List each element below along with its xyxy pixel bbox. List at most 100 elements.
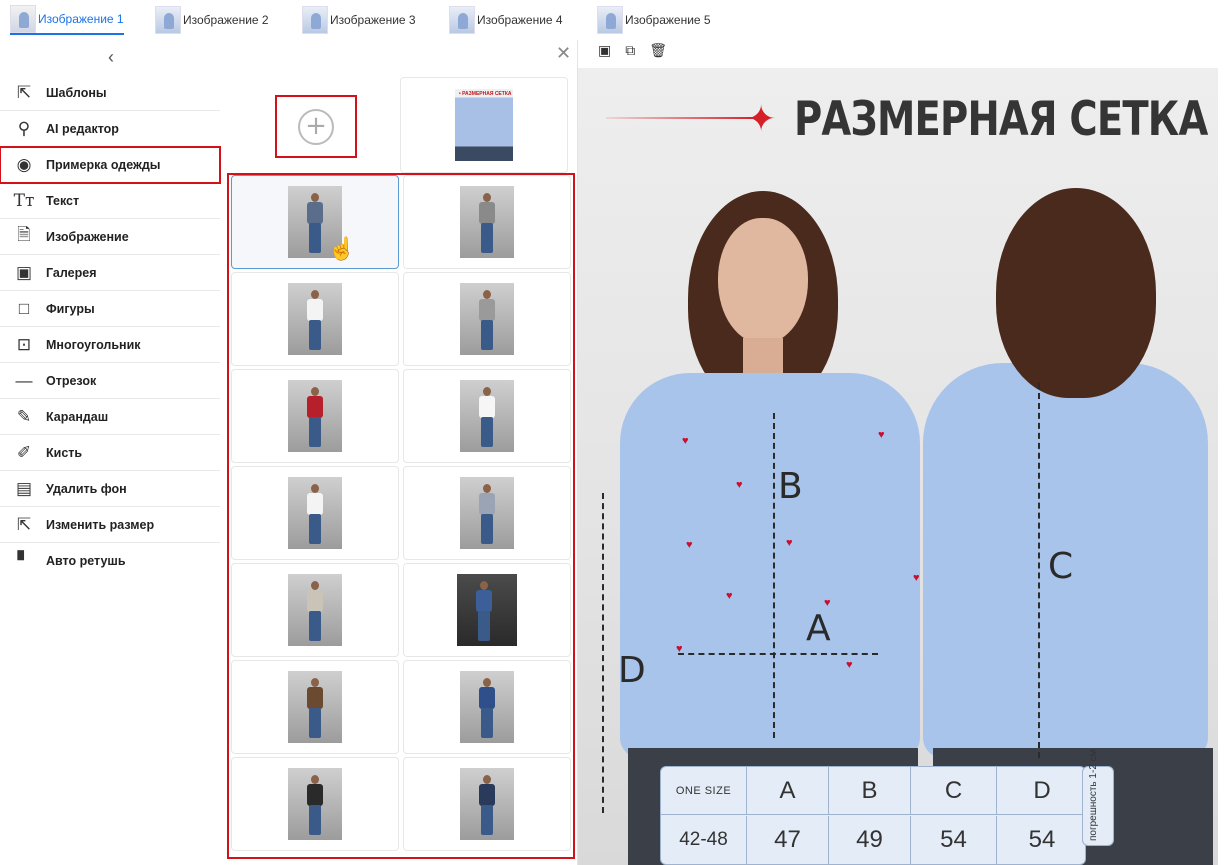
model-photo (460, 477, 514, 549)
canvas-toolbar: ▣ ⧉ 🗑 (598, 42, 667, 59)
model-tile[interactable] (403, 369, 571, 463)
model-tile[interactable] (403, 272, 571, 366)
size-table-cell: 49 (829, 816, 911, 864)
model-torso (479, 493, 495, 515)
plus-circle-icon: + (298, 108, 334, 145)
text-icon: Tᴛ (13, 190, 35, 211)
model-legs (309, 223, 321, 253)
image-file-icon: 🗎 (17, 225, 31, 244)
tab-label: Изображение 4 (477, 13, 563, 27)
model-tile[interactable] (403, 660, 571, 754)
try-on-panel: ✕ + • РАЗМЕРНАЯ СЕТКА ☝ (222, 40, 578, 865)
tool-menu-list: ⇱ Шаблоны ⚲ AI редактор ◉ Примерка одежд… (0, 75, 221, 579)
current-image-preview[interactable]: • РАЗМЕРНАЯ СЕТКА (400, 77, 568, 173)
copy-icon[interactable]: ⧉ (625, 42, 635, 59)
model-tile[interactable] (231, 563, 399, 657)
model-tile[interactable] (403, 175, 571, 269)
tolerance-note: погрешность 1-2 см (1082, 749, 1114, 846)
size-table-header: ONE SIZE (661, 767, 747, 814)
heart-icon: ♥ (682, 435, 689, 447)
image-canvas[interactable]: ✦ РАЗМЕРНАЯ СЕТКА ♥ ♥ ♥ ♥ ♥ ♥ ♥ ♥ ♥ ♥ B … (578, 68, 1218, 865)
tab-bar: Изображение 1 Изображение 2 Изображение … (0, 0, 1224, 40)
size-table-value-row: 42-48 47 49 54 54 (661, 816, 1087, 864)
menu-item-remove-background[interactable]: ▤ Удалить фон (0, 471, 220, 507)
model-photo (460, 380, 514, 452)
model-head (480, 581, 488, 590)
model-tile[interactable] (231, 660, 399, 754)
model-photo (288, 768, 342, 840)
menu-item-try-on-clothes[interactable]: ◉ Примерка одежды (0, 146, 221, 184)
tab-image-1[interactable]: Изображение 1 (10, 5, 124, 35)
model-tile[interactable] (231, 369, 399, 463)
model-head (311, 484, 319, 493)
menu-item-label: Фигуры (46, 301, 95, 316)
tab-thumbnail (10, 5, 36, 33)
model-torso (479, 396, 495, 418)
size-table-cell: 47 (747, 816, 829, 864)
menu-item-templates[interactable]: ⇱ Шаблоны (0, 75, 220, 111)
model-tile[interactable] (231, 757, 399, 851)
menu-item-label: Карандаш (46, 409, 109, 424)
trash-icon[interactable]: 🗑 (649, 42, 667, 59)
model-torso (307, 590, 323, 612)
menu-item-brush[interactable]: ✐ Кисть (0, 435, 220, 471)
tab-thumbnail (449, 6, 475, 34)
chevron-left-icon[interactable]: ‹ (100, 47, 122, 69)
square-icon: □ (18, 298, 30, 318)
menu-item-text[interactable]: Tᴛ Текст (0, 183, 220, 219)
tab-thumbnail (302, 6, 328, 34)
model-tile[interactable] (403, 466, 571, 560)
close-icon[interactable]: ✕ (556, 43, 571, 64)
model-head (311, 290, 319, 299)
menu-item-gallery[interactable]: ▣ Галерея (0, 255, 220, 291)
dimension-line-b (773, 413, 775, 738)
menu-item-line[interactable]: — Отрезок (0, 363, 220, 399)
canvas-title: РАЗМЕРНАЯ СЕТКА (794, 92, 1208, 147)
model-grid-frame: ☝ (227, 173, 575, 859)
model-head (483, 387, 491, 396)
size-table-header: D (1033, 776, 1051, 804)
model-torso (307, 784, 323, 806)
tab-image-5[interactable]: Изображение 5 (597, 5, 711, 35)
dimension-line-c (1038, 383, 1040, 758)
model-tile[interactable] (403, 563, 571, 657)
heart-icon: ♥ (726, 590, 733, 602)
preview-title: • РАЗМЕРНАЯ СЕТКА (459, 91, 512, 97)
tab-label: Изображение 3 (330, 13, 416, 27)
size-table-header-row: ONE SIZE A B C D (661, 767, 1087, 815)
model-legs (481, 805, 493, 835)
back-model-hair (996, 188, 1156, 398)
menu-item-shapes[interactable]: □ Фигуры (0, 291, 220, 327)
tab-image-3[interactable]: Изображение 3 (302, 5, 416, 35)
image-icon[interactable]: ▣ (598, 42, 611, 59)
model-tile[interactable] (231, 272, 399, 366)
model-head (311, 387, 319, 396)
model-legs (309, 417, 321, 447)
menu-item-pencil[interactable]: ✎ Карандаш (0, 399, 220, 435)
model-torso (307, 396, 323, 418)
model-photo (288, 477, 342, 549)
model-tile[interactable]: ☝ (231, 175, 399, 269)
menu-item-polygon[interactable]: ⊡ Многоугольник (0, 327, 220, 363)
model-tile[interactable] (403, 757, 571, 851)
menu-item-label: AI редактор (46, 121, 119, 136)
model-photo (288, 380, 342, 452)
model-legs (481, 708, 493, 738)
tab-image-4[interactable]: Изображение 4 (449, 5, 563, 35)
menu-item-auto-retouch[interactable]: ▘ Авто ретушь (0, 543, 220, 579)
tab-image-2[interactable]: Изображение 2 (155, 5, 269, 35)
model-photo (288, 574, 342, 646)
add-model-button[interactable]: + (275, 95, 357, 158)
model-photo (460, 671, 514, 743)
model-torso (479, 784, 495, 806)
model-head (311, 193, 319, 202)
tab-thumbnail (597, 6, 623, 34)
menu-item-ai-editor[interactable]: ⚲ AI редактор (0, 111, 220, 147)
heart-icon: ♥ (786, 537, 793, 549)
front-model-face (718, 218, 808, 344)
menu-item-image[interactable]: 🗎 Изображение (0, 219, 220, 255)
heart-icon: ♥ (846, 659, 853, 671)
menu-item-resize[interactable]: ⇱ Изменить размер (0, 507, 220, 543)
model-photo (288, 671, 342, 743)
model-tile[interactable] (231, 466, 399, 560)
